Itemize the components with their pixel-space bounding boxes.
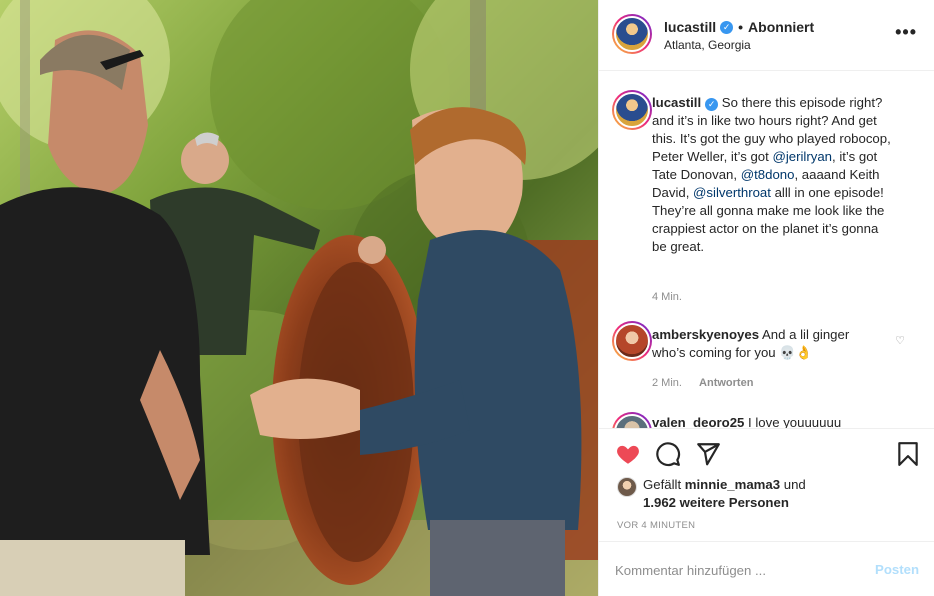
comment-username[interactable]: valen_deoro25 [652, 415, 744, 428]
comment-input[interactable] [615, 560, 855, 580]
comment-like-icon[interactable]: ♡ [895, 334, 905, 347]
caption-username[interactable]: lucastill [652, 95, 701, 110]
likes-count[interactable]: 1.962 weitere Personen [643, 495, 789, 510]
likes-text: Gefällt minnie_mama3 und 1.962 weitere P… [643, 476, 863, 512]
reply-button[interactable]: Antworten [699, 377, 753, 389]
share-icon[interactable] [695, 441, 721, 467]
caption-text: lucastill ✓ So there this episode right? … [652, 94, 892, 256]
post-side-panel: lucastill ✓ • Abonniert Atlanta, Georgia… [598, 0, 934, 596]
author-line: lucastill ✓ • Abonniert [664, 19, 814, 35]
bookmark-icon[interactable] [895, 441, 921, 467]
comment-avatar[interactable] [612, 321, 652, 361]
liker-avatar[interactable] [617, 477, 637, 497]
author-username[interactable]: lucastill [664, 19, 716, 35]
comment-meta: 2 Min. Antworten [652, 377, 753, 389]
comment-avatar[interactable] [612, 412, 652, 428]
comments-section[interactable]: lucastill ✓ So there this episode right? … [599, 72, 934, 428]
follow-status-button[interactable]: Abonniert [748, 19, 814, 35]
post-header: lucastill ✓ • Abonniert Atlanta, Georgia… [599, 0, 934, 71]
comment-text: valen_deoro25 I love youuuuuu [652, 414, 872, 428]
comment-username[interactable]: amberskyenoyes [652, 327, 759, 342]
post-comment-button[interactable]: Posten [875, 562, 919, 577]
separator-dot: • [738, 19, 744, 35]
post-timestamp[interactable]: VOR 4 MINUTEN [617, 520, 695, 531]
comment-icon[interactable] [655, 441, 681, 467]
add-comment-bar: Posten [599, 541, 934, 596]
likes-prefix: Gefällt [643, 477, 685, 492]
liker-username[interactable]: minnie_mama3 [685, 477, 780, 492]
verified-badge-icon: ✓ [705, 98, 719, 111]
mention-link[interactable]: @t8dono [741, 167, 795, 182]
photo-illustration [0, 0, 598, 596]
post-location[interactable]: Atlanta, Georgia [664, 38, 751, 52]
comment-body: I love youuuuuu [748, 415, 842, 428]
likes-connector: und [780, 477, 806, 492]
heart-filled-icon[interactable] [615, 441, 641, 467]
comment-time[interactable]: 2 Min. [652, 377, 682, 389]
post-actions: Gefällt minnie_mama3 und 1.962 weitere P… [599, 428, 934, 541]
caption-time[interactable]: 4 Min. [652, 291, 682, 303]
mention-link[interactable]: @silverthroat [693, 185, 771, 200]
caption-avatar[interactable] [612, 90, 652, 130]
verified-badge-icon: ✓ [720, 20, 734, 34]
more-options-icon[interactable]: ••• [895, 22, 917, 43]
comment-text: amberskyenoyes And a lil ginger who’s co… [652, 326, 872, 362]
post-photo[interactable] [0, 0, 598, 596]
mention-link[interactable]: @jerilryan [772, 149, 832, 164]
author-avatar[interactable] [612, 14, 652, 54]
